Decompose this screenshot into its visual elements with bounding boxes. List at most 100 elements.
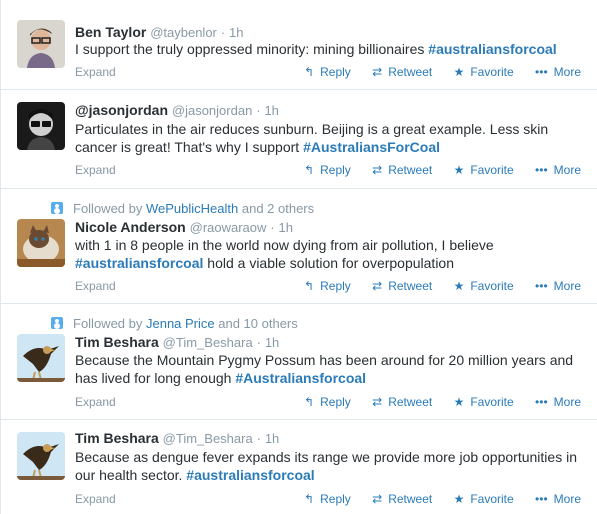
timestamp[interactable]: 1h bbox=[279, 220, 293, 235]
reply-label: Reply bbox=[320, 65, 351, 79]
username[interactable]: @raowaraow bbox=[190, 220, 267, 235]
expand-link[interactable]: Expand bbox=[75, 279, 116, 293]
reply-label: Reply bbox=[320, 163, 351, 177]
more-label: More bbox=[553, 492, 581, 506]
more-button[interactable]: ••• More bbox=[535, 395, 581, 409]
hashtag-link[interactable]: #australiansforcoal bbox=[186, 467, 314, 483]
fullname[interactable]: Tim Beshara bbox=[75, 430, 159, 446]
context-suffix: and 2 others bbox=[238, 201, 315, 216]
tweet-text-body: I support the truly oppressed minority: … bbox=[75, 41, 429, 57]
more-label: More bbox=[553, 163, 581, 177]
tweet[interactable]: Followed by Jenna Price and 10 others Ti… bbox=[1, 303, 597, 419]
more-label: More bbox=[553, 395, 581, 409]
context-suffix: and 10 others bbox=[214, 316, 298, 331]
favorite-label: Favorite bbox=[470, 395, 514, 409]
retweet-icon: ⇄ bbox=[372, 279, 383, 293]
more-button[interactable]: ••• More bbox=[535, 492, 581, 506]
username[interactable]: @Tim_Beshara bbox=[163, 335, 253, 350]
tweet-text-body: Because as dengue fever expands its rang… bbox=[75, 449, 577, 483]
username[interactable]: @Tim_Beshara bbox=[163, 431, 253, 446]
time-separator: · bbox=[220, 25, 226, 40]
timestamp[interactable]: 1h bbox=[265, 431, 279, 446]
fullname[interactable]: Nicole Anderson bbox=[75, 219, 186, 235]
reply-button[interactable]: ↰ Reply bbox=[304, 163, 351, 177]
reply-icon: ↰ bbox=[304, 65, 315, 79]
tweet[interactable]: @jasonjordan @jasonjordan · 1h Particula… bbox=[1, 89, 597, 188]
tweet-text: Because the Mountain Pygmy Possum has be… bbox=[75, 351, 585, 387]
tweet[interactable]: Ben Taylor @taybenlor · 1h I support the… bbox=[1, 0, 597, 89]
timestamp[interactable]: 1h bbox=[264, 103, 278, 118]
timestamp[interactable]: 1h bbox=[265, 335, 279, 350]
favorite-button[interactable]: ★ Favorite bbox=[454, 65, 514, 79]
reply-icon: ↰ bbox=[304, 395, 315, 409]
person-icon bbox=[51, 202, 63, 214]
more-label: More bbox=[553, 279, 581, 293]
fullname[interactable]: @jasonjordan bbox=[75, 102, 168, 118]
retweet-button[interactable]: ⇄ Retweet bbox=[372, 279, 432, 293]
tweet-actions: ↰ Reply ⇄ Retweet ★ Favorite ••• More bbox=[286, 395, 581, 409]
avatar[interactable] bbox=[17, 102, 65, 150]
username[interactable]: @jasonjordan bbox=[172, 103, 252, 118]
hashtag-link[interactable]: #australiansforcoal bbox=[75, 255, 203, 271]
favorite-button[interactable]: ★ Favorite bbox=[454, 395, 514, 409]
hashtag-link[interactable]: #AustraliansForCoal bbox=[303, 139, 440, 155]
expand-link[interactable]: Expand bbox=[75, 492, 116, 506]
retweet-icon: ⇄ bbox=[372, 163, 383, 177]
expand-link[interactable]: Expand bbox=[75, 65, 116, 79]
retweet-button[interactable]: ⇄ Retweet bbox=[372, 65, 432, 79]
expand-link[interactable]: Expand bbox=[75, 163, 116, 177]
tweet-actions: ↰ Reply ⇄ Retweet ★ Favorite ••• More bbox=[286, 279, 581, 293]
avatar[interactable] bbox=[17, 219, 65, 267]
tweet-actions: ↰ Reply ⇄ Retweet ★ Favorite ••• More bbox=[286, 163, 581, 177]
more-button[interactable]: ••• More bbox=[535, 163, 581, 177]
timestamp[interactable]: 1h bbox=[229, 25, 243, 40]
more-dots-icon: ••• bbox=[535, 279, 548, 293]
hashtag-link[interactable]: #australiansforcoal bbox=[428, 41, 556, 57]
fullname[interactable]: Ben Taylor bbox=[75, 24, 146, 40]
reply-button[interactable]: ↰ Reply bbox=[304, 279, 351, 293]
time-separator: · bbox=[256, 431, 261, 446]
retweet-button[interactable]: ⇄ Retweet bbox=[372, 163, 432, 177]
hashtag-link[interactable]: #Australiansforcoal bbox=[235, 370, 366, 386]
favorite-button[interactable]: ★ Favorite bbox=[454, 492, 514, 506]
favorite-label: Favorite bbox=[470, 65, 514, 79]
retweet-icon: ⇄ bbox=[372, 65, 383, 79]
expand-link[interactable]: Expand bbox=[75, 395, 116, 409]
retweet-label: Retweet bbox=[388, 395, 433, 409]
favorite-button[interactable]: ★ Favorite bbox=[454, 279, 514, 293]
reply-icon: ↰ bbox=[304, 492, 315, 506]
person-icon bbox=[51, 317, 63, 329]
followed-by-context: Followed by WePublicHealth and 2 others bbox=[51, 201, 314, 216]
retweet-label: Retweet bbox=[388, 492, 433, 506]
reply-button[interactable]: ↰ Reply bbox=[304, 395, 351, 409]
context-user-link[interactable]: WePublicHealth bbox=[146, 201, 238, 216]
avatar[interactable] bbox=[17, 334, 65, 382]
username[interactable]: @taybenlor bbox=[150, 25, 217, 40]
reply-button[interactable]: ↰ Reply bbox=[304, 65, 351, 79]
reply-label: Reply bbox=[320, 395, 351, 409]
avatar[interactable] bbox=[17, 432, 65, 480]
reply-icon: ↰ bbox=[304, 279, 315, 293]
more-dots-icon: ••• bbox=[535, 163, 548, 177]
retweet-label: Retweet bbox=[388, 163, 433, 177]
retweet-button[interactable]: ⇄ Retweet bbox=[372, 395, 432, 409]
more-label: More bbox=[553, 65, 581, 79]
tweet[interactable]: Tim Beshara @Tim_Beshara · 1h Because as… bbox=[1, 419, 597, 514]
avatar[interactable] bbox=[17, 20, 65, 68]
star-icon: ★ bbox=[453, 395, 465, 409]
retweet-button[interactable]: ⇄ Retweet bbox=[372, 492, 432, 506]
context-user-link[interactable]: Jenna Price bbox=[146, 316, 215, 331]
context-prefix: Followed by bbox=[73, 316, 146, 331]
reply-button[interactable]: ↰ Reply bbox=[304, 492, 351, 506]
favorite-label: Favorite bbox=[470, 163, 514, 177]
favorite-button[interactable]: ★ Favorite bbox=[454, 163, 514, 177]
tweet-header: Tim Beshara @Tim_Beshara · 1h bbox=[75, 334, 279, 350]
more-button[interactable]: ••• More bbox=[535, 279, 581, 293]
more-button[interactable]: ••• More bbox=[535, 65, 581, 79]
fullname[interactable]: Tim Beshara bbox=[75, 334, 159, 350]
tweet-actions: ↰ Reply ⇄ Retweet ★ Favorite ••• More bbox=[286, 492, 581, 506]
tweet-header: Nicole Anderson @raowaraow · 1h bbox=[75, 219, 293, 235]
tweet-text: Particulates in the air reduces sunburn.… bbox=[75, 120, 585, 156]
tweet[interactable]: Followed by WePublicHealth and 2 others … bbox=[1, 188, 597, 303]
retweet-icon: ⇄ bbox=[372, 395, 383, 409]
